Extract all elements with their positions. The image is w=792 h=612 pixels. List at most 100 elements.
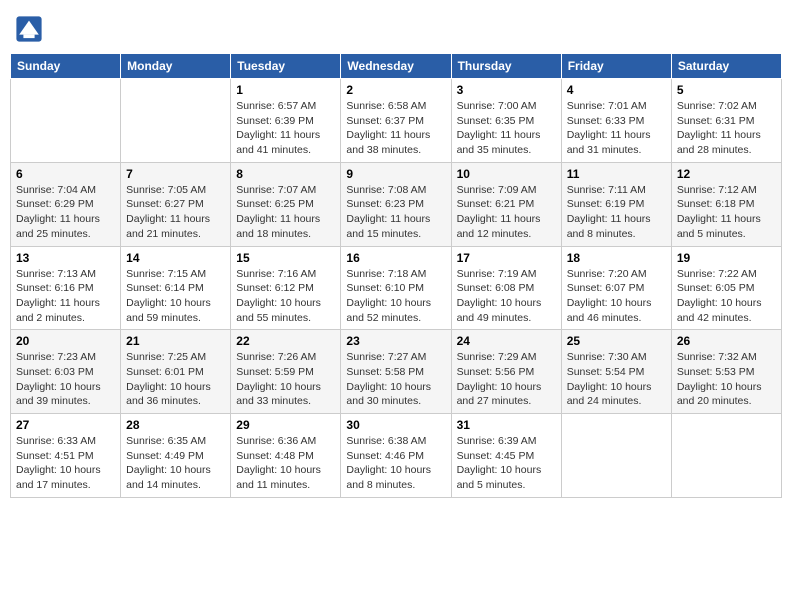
logo: [15, 15, 47, 43]
day-info: Sunrise: 7:05 AM Sunset: 6:27 PM Dayligh…: [126, 183, 225, 242]
day-number: 3: [457, 83, 556, 97]
day-number: 28: [126, 418, 225, 432]
weekday-header: Thursday: [451, 54, 561, 79]
day-number: 5: [677, 83, 776, 97]
calendar-cell: 3 Sunrise: 7:00 AM Sunset: 6:35 PM Dayli…: [451, 79, 561, 163]
calendar-table: SundayMondayTuesdayWednesdayThursdayFrid…: [10, 53, 782, 498]
calendar-cell: 29 Sunrise: 6:36 AM Sunset: 4:48 PM Dayl…: [231, 414, 341, 498]
calendar-cell: 6 Sunrise: 7:04 AM Sunset: 6:29 PM Dayli…: [11, 162, 121, 246]
day-number: 23: [346, 334, 445, 348]
day-info: Sunrise: 6:33 AM Sunset: 4:51 PM Dayligh…: [16, 434, 115, 493]
calendar-header-row: SundayMondayTuesdayWednesdayThursdayFrid…: [11, 54, 782, 79]
calendar-cell: [121, 79, 231, 163]
weekday-header: Saturday: [671, 54, 781, 79]
calendar-cell: 10 Sunrise: 7:09 AM Sunset: 6:21 PM Dayl…: [451, 162, 561, 246]
day-number: 27: [16, 418, 115, 432]
calendar-cell: 20 Sunrise: 7:23 AM Sunset: 6:03 PM Dayl…: [11, 330, 121, 414]
day-number: 7: [126, 167, 225, 181]
day-info: Sunrise: 7:07 AM Sunset: 6:25 PM Dayligh…: [236, 183, 335, 242]
calendar-cell: 16 Sunrise: 7:18 AM Sunset: 6:10 PM Dayl…: [341, 246, 451, 330]
calendar-cell: 21 Sunrise: 7:25 AM Sunset: 6:01 PM Dayl…: [121, 330, 231, 414]
day-number: 11: [567, 167, 666, 181]
day-info: Sunrise: 7:12 AM Sunset: 6:18 PM Dayligh…: [677, 183, 776, 242]
day-info: Sunrise: 7:01 AM Sunset: 6:33 PM Dayligh…: [567, 99, 666, 158]
day-number: 15: [236, 251, 335, 265]
day-number: 6: [16, 167, 115, 181]
day-info: Sunrise: 7:27 AM Sunset: 5:58 PM Dayligh…: [346, 350, 445, 409]
calendar-week-row: 6 Sunrise: 7:04 AM Sunset: 6:29 PM Dayli…: [11, 162, 782, 246]
day-info: Sunrise: 6:35 AM Sunset: 4:49 PM Dayligh…: [126, 434, 225, 493]
calendar-cell: [561, 414, 671, 498]
day-number: 21: [126, 334, 225, 348]
day-number: 1: [236, 83, 335, 97]
weekday-header: Monday: [121, 54, 231, 79]
day-number: 17: [457, 251, 556, 265]
day-number: 29: [236, 418, 335, 432]
logo-icon: [15, 15, 43, 43]
day-number: 19: [677, 251, 776, 265]
calendar-cell: 12 Sunrise: 7:12 AM Sunset: 6:18 PM Dayl…: [671, 162, 781, 246]
calendar-cell: [671, 414, 781, 498]
day-number: 12: [677, 167, 776, 181]
day-number: 31: [457, 418, 556, 432]
day-number: 30: [346, 418, 445, 432]
day-info: Sunrise: 7:30 AM Sunset: 5:54 PM Dayligh…: [567, 350, 666, 409]
weekday-header: Wednesday: [341, 54, 451, 79]
calendar-cell: 14 Sunrise: 7:15 AM Sunset: 6:14 PM Dayl…: [121, 246, 231, 330]
day-info: Sunrise: 7:04 AM Sunset: 6:29 PM Dayligh…: [16, 183, 115, 242]
calendar-cell: 30 Sunrise: 6:38 AM Sunset: 4:46 PM Dayl…: [341, 414, 451, 498]
calendar-cell: 15 Sunrise: 7:16 AM Sunset: 6:12 PM Dayl…: [231, 246, 341, 330]
day-info: Sunrise: 7:29 AM Sunset: 5:56 PM Dayligh…: [457, 350, 556, 409]
day-number: 14: [126, 251, 225, 265]
day-info: Sunrise: 7:08 AM Sunset: 6:23 PM Dayligh…: [346, 183, 445, 242]
day-number: 26: [677, 334, 776, 348]
day-info: Sunrise: 7:26 AM Sunset: 5:59 PM Dayligh…: [236, 350, 335, 409]
day-number: 13: [16, 251, 115, 265]
day-info: Sunrise: 7:11 AM Sunset: 6:19 PM Dayligh…: [567, 183, 666, 242]
day-number: 9: [346, 167, 445, 181]
day-info: Sunrise: 7:23 AM Sunset: 6:03 PM Dayligh…: [16, 350, 115, 409]
day-info: Sunrise: 7:15 AM Sunset: 6:14 PM Dayligh…: [126, 267, 225, 326]
day-number: 10: [457, 167, 556, 181]
day-number: 22: [236, 334, 335, 348]
day-number: 4: [567, 83, 666, 97]
day-number: 24: [457, 334, 556, 348]
calendar-cell: 23 Sunrise: 7:27 AM Sunset: 5:58 PM Dayl…: [341, 330, 451, 414]
calendar-week-row: 27 Sunrise: 6:33 AM Sunset: 4:51 PM Dayl…: [11, 414, 782, 498]
calendar-cell: 7 Sunrise: 7:05 AM Sunset: 6:27 PM Dayli…: [121, 162, 231, 246]
calendar-cell: 25 Sunrise: 7:30 AM Sunset: 5:54 PM Dayl…: [561, 330, 671, 414]
day-info: Sunrise: 6:39 AM Sunset: 4:45 PM Dayligh…: [457, 434, 556, 493]
weekday-header: Sunday: [11, 54, 121, 79]
weekday-header: Tuesday: [231, 54, 341, 79]
day-number: 2: [346, 83, 445, 97]
calendar-cell: 8 Sunrise: 7:07 AM Sunset: 6:25 PM Dayli…: [231, 162, 341, 246]
weekday-header: Friday: [561, 54, 671, 79]
day-info: Sunrise: 6:58 AM Sunset: 6:37 PM Dayligh…: [346, 99, 445, 158]
calendar-cell: 13 Sunrise: 7:13 AM Sunset: 6:16 PM Dayl…: [11, 246, 121, 330]
day-number: 25: [567, 334, 666, 348]
calendar-cell: 17 Sunrise: 7:19 AM Sunset: 6:08 PM Dayl…: [451, 246, 561, 330]
calendar-cell: 18 Sunrise: 7:20 AM Sunset: 6:07 PM Dayl…: [561, 246, 671, 330]
day-number: 20: [16, 334, 115, 348]
calendar-cell: 28 Sunrise: 6:35 AM Sunset: 4:49 PM Dayl…: [121, 414, 231, 498]
day-info: Sunrise: 7:18 AM Sunset: 6:10 PM Dayligh…: [346, 267, 445, 326]
day-info: Sunrise: 7:32 AM Sunset: 5:53 PM Dayligh…: [677, 350, 776, 409]
day-info: Sunrise: 7:09 AM Sunset: 6:21 PM Dayligh…: [457, 183, 556, 242]
day-info: Sunrise: 7:22 AM Sunset: 6:05 PM Dayligh…: [677, 267, 776, 326]
calendar-cell: 24 Sunrise: 7:29 AM Sunset: 5:56 PM Dayl…: [451, 330, 561, 414]
day-info: Sunrise: 7:19 AM Sunset: 6:08 PM Dayligh…: [457, 267, 556, 326]
day-number: 18: [567, 251, 666, 265]
day-number: 8: [236, 167, 335, 181]
day-info: Sunrise: 6:38 AM Sunset: 4:46 PM Dayligh…: [346, 434, 445, 493]
calendar-week-row: 20 Sunrise: 7:23 AM Sunset: 6:03 PM Dayl…: [11, 330, 782, 414]
calendar-cell: 1 Sunrise: 6:57 AM Sunset: 6:39 PM Dayli…: [231, 79, 341, 163]
calendar-cell: 22 Sunrise: 7:26 AM Sunset: 5:59 PM Dayl…: [231, 330, 341, 414]
day-info: Sunrise: 6:57 AM Sunset: 6:39 PM Dayligh…: [236, 99, 335, 158]
calendar-cell: 5 Sunrise: 7:02 AM Sunset: 6:31 PM Dayli…: [671, 79, 781, 163]
day-info: Sunrise: 7:25 AM Sunset: 6:01 PM Dayligh…: [126, 350, 225, 409]
calendar-week-row: 13 Sunrise: 7:13 AM Sunset: 6:16 PM Dayl…: [11, 246, 782, 330]
day-info: Sunrise: 7:13 AM Sunset: 6:16 PM Dayligh…: [16, 267, 115, 326]
calendar-cell: [11, 79, 121, 163]
calendar-week-row: 1 Sunrise: 6:57 AM Sunset: 6:39 PM Dayli…: [11, 79, 782, 163]
day-info: Sunrise: 7:00 AM Sunset: 6:35 PM Dayligh…: [457, 99, 556, 158]
